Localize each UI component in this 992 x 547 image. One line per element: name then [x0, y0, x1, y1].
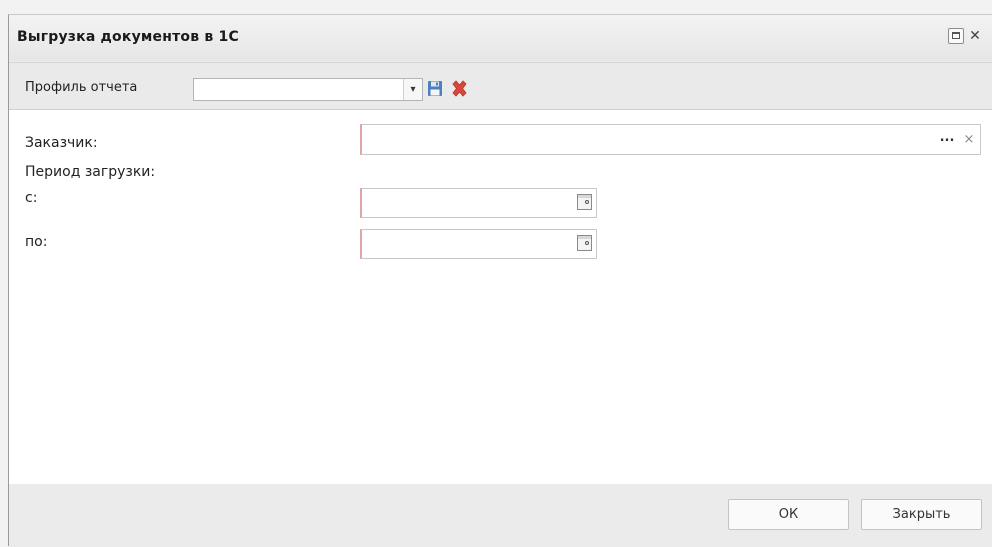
- profile-label: Профиль отчета: [25, 80, 138, 95]
- period-label: Период загрузки:: [25, 164, 156, 180]
- close-button[interactable]: Закрыть: [861, 499, 982, 530]
- dialog-window: Выгрузка документов в 1С ✕ Профиль отчет…: [8, 14, 992, 547]
- save-icon[interactable]: [427, 80, 443, 97]
- dialog-title: Выгрузка документов в 1С: [17, 29, 239, 45]
- calendar-icon[interactable]: [577, 194, 592, 210]
- customer-label: Заказчик:: [25, 135, 98, 151]
- close-window-button[interactable]: ✕: [967, 28, 983, 44]
- delete-icon[interactable]: [450, 79, 469, 98]
- customer-field[interactable]: ... ×: [360, 124, 981, 155]
- date-from-label: с:: [25, 190, 38, 206]
- toolbar: Профиль отчета ▾: [9, 62, 992, 109]
- maximize-button[interactable]: [948, 28, 964, 44]
- calendar-icon[interactable]: [577, 235, 592, 251]
- profile-select[interactable]: ▾: [193, 78, 423, 101]
- ok-button[interactable]: ОК: [728, 499, 849, 530]
- close-icon: ✕: [969, 28, 981, 44]
- date-to-label: по:: [25, 234, 48, 250]
- clear-customer-button[interactable]: ×: [958, 125, 980, 154]
- date-to-field[interactable]: [360, 229, 597, 259]
- titlebar[interactable]: Выгрузка документов в 1С ✕: [9, 15, 992, 61]
- chevron-down-icon[interactable]: ▾: [403, 79, 422, 100]
- form-panel: Заказчик: ... × Период загрузки: с: по:: [9, 109, 992, 485]
- select-customer-button[interactable]: ...: [936, 125, 958, 154]
- dialog-footer: ОК Закрыть: [9, 484, 992, 547]
- date-from-field[interactable]: [360, 188, 597, 218]
